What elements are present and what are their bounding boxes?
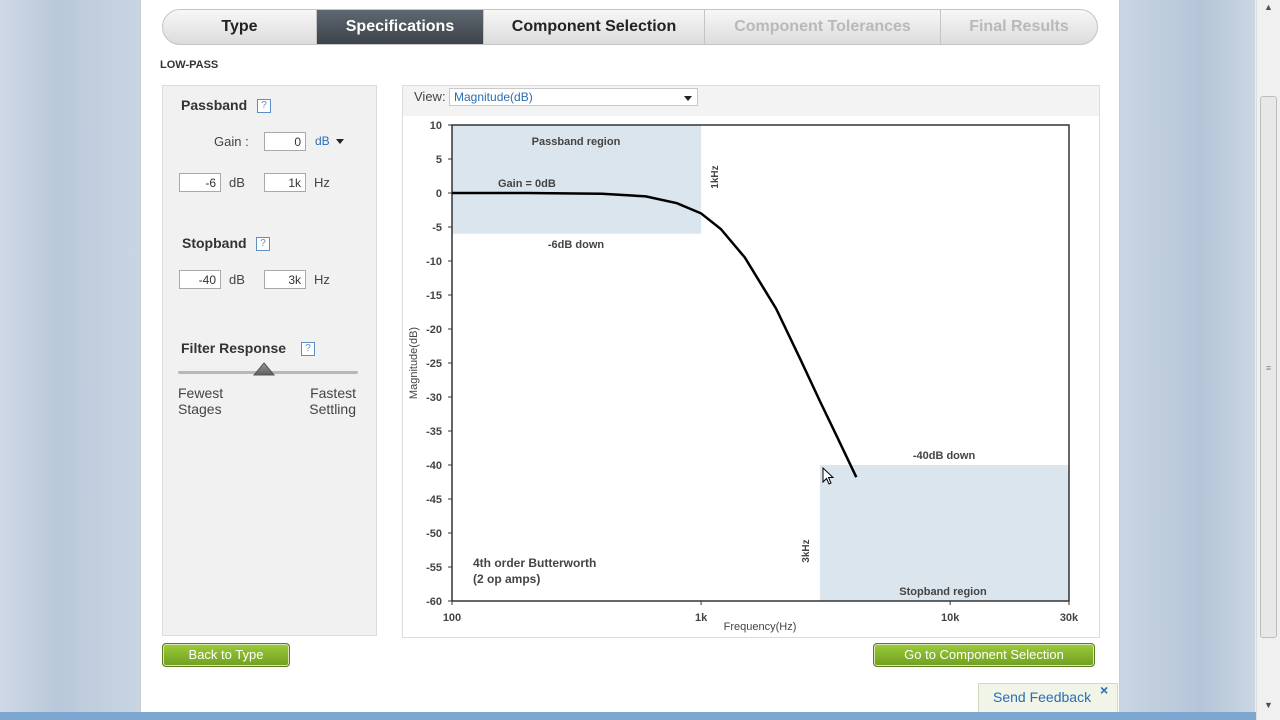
chevron-down-icon bbox=[335, 139, 344, 145]
y-tick-label: -25 bbox=[426, 358, 442, 370]
close-icon[interactable]: × bbox=[1100, 682, 1108, 698]
stopband-frequency-input[interactable]: 3k bbox=[264, 270, 306, 289]
back-to-type-button[interactable]: Back to Type bbox=[162, 643, 290, 667]
filter-order-annotation: 4th order Butterworth bbox=[473, 556, 596, 570]
y-tick-label: 0 bbox=[436, 188, 442, 200]
send-feedback-link[interactable]: Send Feedback bbox=[993, 689, 1091, 705]
stopband-attenuation-input[interactable]: -40 bbox=[179, 270, 221, 289]
x-tick-label: 30k bbox=[1060, 612, 1079, 624]
passband-attenuation-input[interactable]: -6 bbox=[179, 173, 221, 192]
x-axis-label: Frequency(Hz) bbox=[724, 621, 797, 633]
stopband-down-annotation: -40dB down bbox=[913, 450, 976, 462]
stopband-attenuation-unit: dB bbox=[229, 272, 245, 287]
background-left bbox=[0, 0, 140, 720]
background-right bbox=[1120, 0, 1255, 720]
filter-response-title: Filter Response bbox=[181, 340, 287, 356]
x-tick-label: 10k bbox=[941, 612, 960, 624]
passband-region-label: Passband region bbox=[532, 136, 621, 148]
magnitude-chart: 1050-5-10-15-20-25-30-35-40-45-50-55-60 … bbox=[408, 120, 1079, 633]
scrollbar-thumb[interactable]: ≡ bbox=[1260, 96, 1277, 638]
passband-help-icon[interactable]: ? bbox=[257, 99, 271, 113]
tab-specifications[interactable]: Specifications bbox=[317, 10, 484, 44]
view-label: View: bbox=[414, 89, 446, 104]
bottom-strip bbox=[0, 712, 1256, 720]
y-tick-label: 5 bbox=[436, 154, 442, 166]
stopband-region-label: Stopband region bbox=[899, 586, 987, 598]
tab-component-tolerances: Component Tolerances bbox=[705, 10, 941, 44]
y-tick-label: -10 bbox=[426, 256, 442, 268]
y-tick-label: 10 bbox=[430, 120, 442, 132]
y-tick-label: -60 bbox=[426, 596, 442, 608]
x-tick-label: 100 bbox=[443, 612, 461, 624]
scroll-up-icon[interactable]: ▲ bbox=[1257, 0, 1280, 14]
y-tick-label: -45 bbox=[426, 494, 442, 506]
y-tick-label: -15 bbox=[426, 290, 442, 302]
stopband-region bbox=[819, 465, 1069, 601]
passband-frequency-input[interactable]: 1k bbox=[264, 173, 306, 192]
passband-frequency-unit: Hz bbox=[314, 175, 330, 190]
go-to-component-selection-button[interactable]: Go to Component Selection bbox=[873, 643, 1095, 667]
stages-label: Stages bbox=[178, 401, 222, 417]
stopband-frequency-annotation: 3kHz bbox=[801, 539, 812, 562]
y-tick-label: -20 bbox=[426, 324, 442, 336]
settling-label: Settling bbox=[309, 401, 356, 417]
filter-type-label: LOW-PASS bbox=[160, 59, 219, 71]
gain-unit-select[interactable]: dB bbox=[315, 132, 344, 151]
specifications-panel bbox=[162, 85, 377, 636]
gain-label: Gain : bbox=[214, 134, 249, 149]
passband-down-annotation: -6dB down bbox=[548, 239, 604, 251]
fastest-settling-label: Fastest Settling bbox=[309, 385, 356, 417]
fewest-stages-label: Fewest Stages bbox=[178, 385, 223, 417]
filter-response-slider-thumb[interactable] bbox=[253, 362, 275, 376]
scroll-down-icon[interactable]: ▼ bbox=[1257, 698, 1280, 712]
passband-title: Passband bbox=[181, 97, 248, 113]
passband-frequency-annotation: 1kHz bbox=[710, 165, 721, 188]
gain-input[interactable]: 0 bbox=[264, 132, 306, 151]
x-tick-label: 1k bbox=[695, 612, 708, 624]
gain-annotation: Gain = 0dB bbox=[498, 178, 556, 190]
y-tick-label: -40 bbox=[426, 460, 442, 472]
fewest-label: Fewest bbox=[178, 385, 224, 401]
vertical-scrollbar[interactable]: ▲ ≡ ▼ bbox=[1256, 0, 1280, 720]
fastest-label: Fastest bbox=[310, 385, 356, 401]
wizard-tabs: Type Specifications Component Selection … bbox=[162, 9, 1098, 45]
stopband-frequency-unit: Hz bbox=[314, 272, 330, 287]
grip-icon: ≡ bbox=[1265, 363, 1272, 373]
gain-unit-value: dB bbox=[315, 134, 330, 148]
y-tick-label: -5 bbox=[432, 222, 442, 234]
stopband-help-icon[interactable]: ? bbox=[256, 237, 270, 251]
chevron-down-icon bbox=[684, 96, 692, 101]
series-line bbox=[452, 191, 858, 478]
view-select[interactable]: Magnitude(dB) bbox=[449, 88, 698, 106]
tab-final-results: Final Results bbox=[969, 18, 1069, 35]
tab-component-selection[interactable]: Component Selection bbox=[484, 10, 705, 44]
y-tick-label: -55 bbox=[426, 562, 442, 574]
y-axis-label: Magnitude(dB) bbox=[408, 327, 420, 399]
y-tick-label: -30 bbox=[426, 392, 442, 404]
op-amp-count-annotation: (2 op amps) bbox=[473, 572, 540, 586]
y-tick-label: -35 bbox=[426, 426, 442, 438]
filter-response-help-icon[interactable]: ? bbox=[301, 342, 315, 356]
y-tick-label: -50 bbox=[426, 528, 442, 540]
stopband-title: Stopband bbox=[182, 235, 247, 251]
tab-type[interactable]: Type bbox=[163, 10, 317, 44]
passband-attenuation-unit: dB bbox=[229, 175, 245, 190]
view-select-value: Magnitude(dB) bbox=[454, 90, 533, 104]
